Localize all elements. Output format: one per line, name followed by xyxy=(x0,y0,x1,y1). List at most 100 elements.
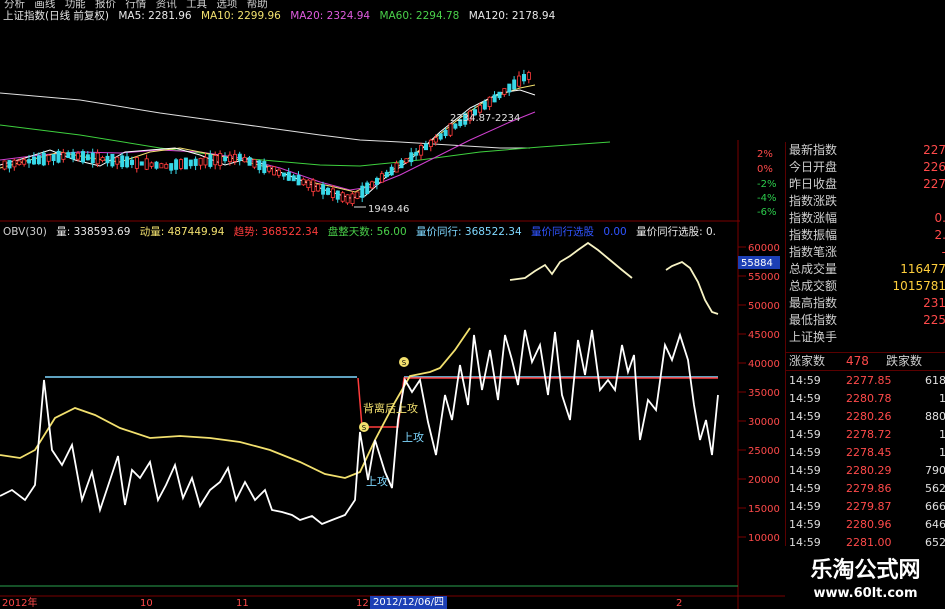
tick-price: 2278.72 xyxy=(846,428,892,441)
down-count-label: 跌家数 xyxy=(886,354,923,368)
tick-row: 14:59 2279.87 666 xyxy=(786,498,945,516)
axis-label: 50000 xyxy=(748,301,780,312)
ma5-line xyxy=(0,89,536,199)
quote-row: 最低指数 225 xyxy=(786,313,945,328)
pct-label: 0% xyxy=(757,164,773,175)
quote-value: 227 xyxy=(923,177,945,191)
quote-label: 指数振幅 xyxy=(789,228,838,242)
quote-label: 上证换手 xyxy=(789,330,838,344)
quote-row: 指数振幅 2. xyxy=(786,228,945,243)
signal-marker: S xyxy=(399,357,409,367)
tick-volume: 1 xyxy=(939,392,945,405)
obv-axis: 60000 55000 50000 45000 40000 35000 30000 25000… xyxy=(738,243,780,544)
tick-time: 14:59 xyxy=(789,392,821,405)
quote-label: 总成交量 xyxy=(789,262,838,276)
tick-time: 14:59 xyxy=(789,482,821,495)
tick-price: 2281.00 xyxy=(846,536,892,549)
quote-row: 最新指数 227 xyxy=(786,143,945,158)
date-cursor: 2012/12/06/四 xyxy=(370,596,448,609)
obv-pane[interactable]: S S 背离后上攻 上攻 上攻 xyxy=(0,241,719,526)
quote-value: 116477 xyxy=(900,262,945,276)
axis-label: 25000 xyxy=(748,446,780,457)
quote-label: 今日开盘 xyxy=(789,160,838,174)
pct-label: -6% xyxy=(757,207,776,218)
tick-price: 2279.87 xyxy=(846,500,892,513)
axis-label: 40000 xyxy=(748,359,780,370)
quote-label: 昨日收盘 xyxy=(789,177,838,191)
price-pane[interactable]: 2234.87-2234 1949.46 xyxy=(0,69,611,215)
main-indicator-bar: 上证指数(日线 前复权) MA5: 2281.96 MA10: 2299.96 … xyxy=(3,9,561,23)
quote-row: 今日开盘 226 xyxy=(786,160,945,175)
tick-row: 14:59 2280.96 646 xyxy=(786,516,945,534)
pick-zero: 0.00 xyxy=(603,226,627,238)
percent-axis: 2% 0% -2% -4% -6% xyxy=(757,149,776,218)
date-label: 2 xyxy=(676,598,682,609)
quote-value: 227 xyxy=(923,143,945,157)
quote-row: 上证换手 xyxy=(786,330,945,345)
tick-volume: 652 xyxy=(925,536,945,549)
tick-time: 14:59 xyxy=(789,536,821,549)
axis-label: 55000 xyxy=(748,272,780,283)
date-axis: 2012年 10 11 12 2 xyxy=(2,596,682,609)
tick-price: 2280.29 xyxy=(846,464,892,477)
ma10-value: MA10: 2299.96 xyxy=(200,10,281,22)
quote-panel[interactable]: 最新指数 227 今日开盘 226 昨日收盘 227 指数涨跌 指数涨幅 0. 指数振幅… xyxy=(785,142,945,549)
svg-text:S: S xyxy=(402,359,407,367)
quote-label: 指数笔涨 xyxy=(789,245,838,259)
high-price-label: 2234.87-2234 xyxy=(450,113,520,124)
tick-volume: 880 xyxy=(925,410,945,423)
tick-time: 14:59 xyxy=(789,446,821,459)
cursor-value: 55884 xyxy=(741,258,773,269)
ma120-value: MA120: 2178.94 xyxy=(468,10,556,22)
pct-label: -2% xyxy=(757,179,776,190)
ma60-value: MA60: 2294.78 xyxy=(379,10,460,22)
quote-value: 2. xyxy=(934,228,945,242)
tick-row: 14:59 2280.26 880 xyxy=(786,408,945,426)
tick-volume: 562 xyxy=(925,482,945,495)
tick-volume: 1 xyxy=(939,446,945,459)
quote-row: 总成交量 116477 xyxy=(786,262,945,277)
tick-volume: 618 xyxy=(925,374,945,387)
annotation-attack: 上攻 xyxy=(402,430,424,444)
tick-time: 14:59 xyxy=(789,464,821,477)
tick-price: 2280.26 xyxy=(846,410,892,423)
axis-label: 60000 xyxy=(748,243,780,254)
same-direction-value: 量价同行: 368522.34 xyxy=(416,226,522,238)
tick-row: 14:59 2278.72 1 xyxy=(786,426,945,444)
tick-time: 14:59 xyxy=(789,500,821,513)
trend-value: 趋势: 368522.34 xyxy=(233,226,319,238)
ma5-value: MA5: 2281.96 xyxy=(118,10,192,22)
tick-time: 14:59 xyxy=(789,428,821,441)
quote-value: 231 xyxy=(923,296,945,310)
tick-price: 2279.86 xyxy=(846,482,892,495)
tick-row: 14:59 2280.78 1 xyxy=(786,390,945,408)
candlesticks xyxy=(2,69,531,207)
tick-row: 14:59 2279.86 562 xyxy=(786,480,945,498)
pct-label: -4% xyxy=(757,193,776,204)
tick-volume: 790 xyxy=(925,464,945,477)
tick-volume: 1 xyxy=(939,428,945,441)
pick-value: 量价同行选股: 0. xyxy=(636,226,716,238)
axis-label: 15000 xyxy=(748,504,780,515)
quote-row: 指数涨幅 0. xyxy=(786,211,945,226)
tick-price: 2277.85 xyxy=(846,374,892,387)
quote-value: 225 xyxy=(923,313,945,327)
quote-label: 指数涨跌 xyxy=(789,194,838,208)
ticks-header: 涨家数 478 跌家数 xyxy=(786,352,945,371)
ma10-line xyxy=(0,84,536,193)
axis-label: 35000 xyxy=(748,388,780,399)
up-count: 478 xyxy=(846,354,869,368)
annotation-attack: 上攻 xyxy=(366,474,388,488)
low-price-label: 1949.46 xyxy=(368,204,409,215)
date-label: 10 xyxy=(140,598,153,609)
pick-label: 量价同行选股 xyxy=(531,226,595,238)
quote-label: 总成交额 xyxy=(789,279,838,293)
ma20-value: MA20: 2324.94 xyxy=(290,10,371,22)
axis-label: 30000 xyxy=(748,417,780,428)
quote-value: 1015781 xyxy=(892,279,945,293)
tick-row: 14:59 2277.85 618 xyxy=(786,372,945,390)
axis-label: 10000 xyxy=(748,533,780,544)
days-value: 盘整天数: 56.00 xyxy=(327,226,407,238)
svg-text:S: S xyxy=(362,424,367,432)
obv-indicator-bar: OBV(30) 量: 338593.69 动量: 487449.94 趋势: 3… xyxy=(3,225,722,239)
